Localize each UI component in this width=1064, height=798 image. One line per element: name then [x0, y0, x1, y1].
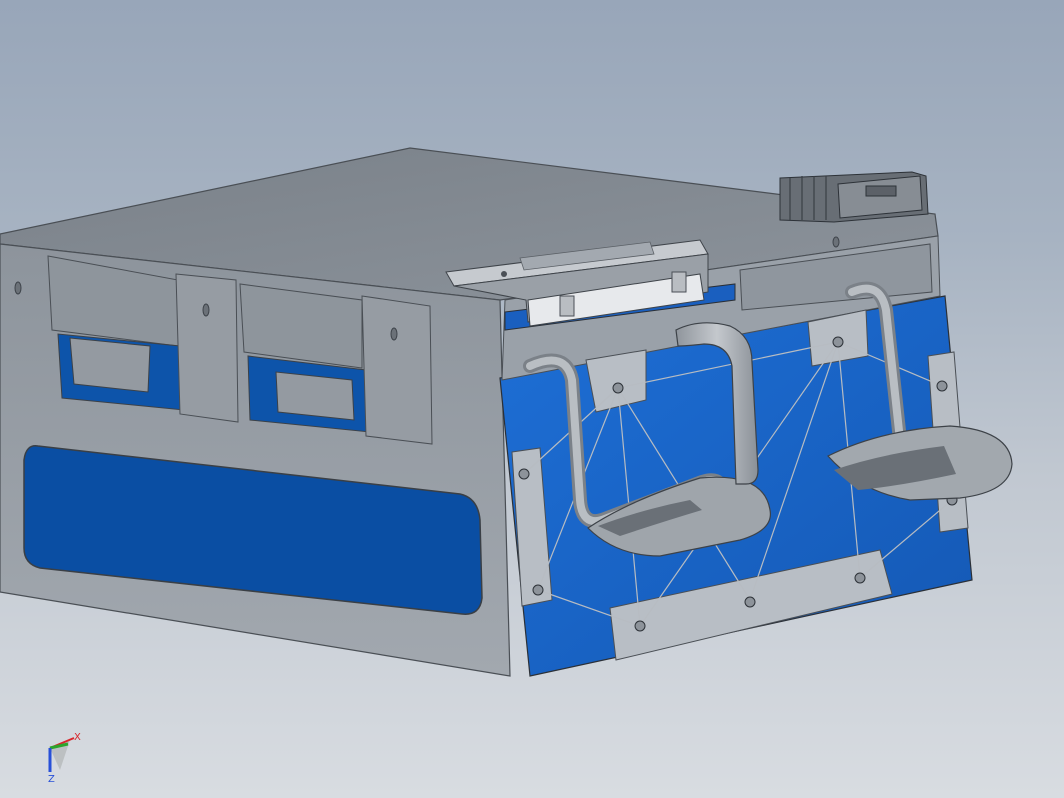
front-bracket-tab	[175, 273, 239, 423]
mount-hole	[202, 303, 210, 317]
display-clip	[671, 271, 687, 293]
triad-z-label: Z	[48, 774, 55, 784]
power-connector-face	[837, 175, 923, 219]
triad-x-label: X	[74, 732, 81, 743]
front-wall-notch	[69, 337, 151, 393]
battery-enclosure-model[interactable]	[0, 0, 1064, 798]
front-wall-notch	[275, 371, 355, 421]
mount-hole	[14, 281, 22, 295]
mount-hole	[832, 236, 840, 248]
display-clip	[559, 295, 575, 317]
display-screw	[501, 271, 507, 277]
cad-3d-viewport[interactable]: X Z	[0, 0, 1064, 798]
front-bracket-tab	[361, 295, 433, 445]
coordinate-triad: X Z	[48, 732, 81, 784]
power-connector-pin	[865, 185, 897, 197]
mount-hole	[390, 327, 398, 341]
